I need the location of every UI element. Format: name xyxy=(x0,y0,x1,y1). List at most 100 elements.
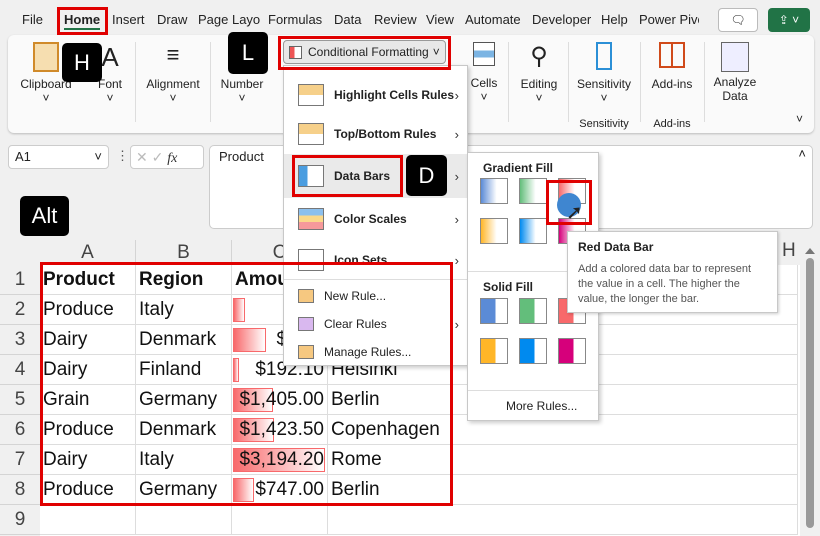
cancel-icon[interactable]: ✕ xyxy=(136,149,148,165)
menu-item-manage-rules[interactable]: Manage Rules... xyxy=(284,338,467,366)
tab-power-pivot[interactable]: Power Pivo xyxy=(639,10,699,30)
solid-data-bar-option[interactable] xyxy=(519,338,547,364)
tab-help[interactable]: Help xyxy=(601,10,628,30)
cell[interactable]: Dairy xyxy=(40,445,136,475)
tab-developer[interactable]: Developer xyxy=(532,10,591,30)
tab-home[interactable]: Home xyxy=(64,10,101,30)
cells-button[interactable]: Cells ˅ xyxy=(466,42,502,104)
add-ins-button[interactable]: Add-ins xyxy=(644,42,700,91)
sensitivity-button[interactable]: Sensitivity ˅ xyxy=(572,42,636,105)
row-header[interactable]: 5 xyxy=(0,385,40,415)
menu-item-clear-rules[interactable]: Clear Rules › xyxy=(284,310,467,338)
cell[interactable]: Denmark xyxy=(136,325,232,355)
menu-item-new-rule[interactable]: New Rule... xyxy=(284,282,467,310)
cell[interactable]: Germany xyxy=(136,385,232,415)
tab-insert[interactable]: Insert xyxy=(112,10,145,30)
solid-data-bar-option[interactable] xyxy=(558,338,586,364)
alignment-button[interactable]: ≡ Alignment ˅ xyxy=(142,42,204,105)
cell[interactable] xyxy=(232,505,328,535)
menu-item-color-scales[interactable]: Color Scales › xyxy=(284,198,467,240)
more-icon: ⋮ xyxy=(116,148,129,163)
comment-icon: 🗨 xyxy=(730,13,746,27)
row-header[interactable]: 7 xyxy=(0,445,40,475)
menu-item-icon-sets[interactable]: Icon Sets › xyxy=(284,240,467,280)
cell[interactable]: Product xyxy=(40,265,136,295)
gradient-data-bar-option[interactable] xyxy=(480,178,508,204)
cell[interactable]: Produce xyxy=(40,475,136,505)
keytip-alt: Alt xyxy=(20,196,69,236)
insert-function-icon[interactable]: fx xyxy=(167,151,177,166)
data-bar xyxy=(233,298,245,322)
column-header-a[interactable]: A xyxy=(40,240,136,265)
row-header[interactable]: 1 xyxy=(0,265,40,295)
menu-item-top-bottom-rules[interactable]: Top/Bottom Rules › xyxy=(284,114,467,154)
row-header[interactable]: 2 xyxy=(0,295,40,325)
editing-button[interactable]: ⚲ Editing ˅ xyxy=(514,42,564,105)
cell[interactable]: $3,194.20 xyxy=(232,445,328,475)
name-box[interactable]: A1 ˅ xyxy=(8,145,109,169)
row-header[interactable]: 4 xyxy=(0,355,40,385)
more-rules-link[interactable]: More Rules... xyxy=(506,399,577,413)
data-bar xyxy=(233,478,254,502)
comments-button[interactable]: 🗨 xyxy=(718,8,758,32)
cell[interactable]: Produce xyxy=(40,295,136,325)
keytip-d: D xyxy=(406,155,447,196)
conditional-formatting-menu: Highlight Cells Rules › Top/Bottom Rules ›… xyxy=(283,65,468,366)
tab-view[interactable]: View xyxy=(426,10,454,30)
vertical-scrollbar[interactable] xyxy=(800,240,820,536)
enter-icon[interactable]: ✓ xyxy=(152,149,164,165)
cell[interactable]: Grain xyxy=(40,385,136,415)
gradient-fill-heading: Gradient Fill xyxy=(483,161,554,175)
cell[interactable] xyxy=(40,505,136,535)
cell[interactable]: Denmark xyxy=(136,415,232,445)
new-rule-icon xyxy=(298,289,314,303)
cell[interactable]: Region xyxy=(136,265,232,295)
solid-data-bar-option[interactable] xyxy=(480,338,508,364)
tab-review[interactable]: Review xyxy=(374,10,417,30)
top-bottom-icon xyxy=(298,123,324,145)
share-button[interactable]: ⇪ ˅ xyxy=(768,8,810,32)
row-header[interactable]: 6 xyxy=(0,415,40,445)
tab-file[interactable]: File xyxy=(22,10,43,30)
tab-draw[interactable]: Draw xyxy=(157,10,187,30)
conditional-formatting-button[interactable]: Conditional Formatting ˅ xyxy=(283,40,446,64)
tab-automate[interactable]: Automate xyxy=(465,10,521,30)
highlight-cells-icon xyxy=(298,84,324,106)
column-header-b[interactable]: B xyxy=(136,240,232,265)
column-header-h[interactable]: H xyxy=(782,240,796,262)
cell[interactable]: Italy xyxy=(136,445,232,475)
cell[interactable]: $1,405.00 xyxy=(232,385,328,415)
cell[interactable]: $747.00 xyxy=(232,475,328,505)
cell[interactable]: Berlin xyxy=(328,475,798,505)
tab-page-layout[interactable]: Page Layo xyxy=(198,10,260,30)
cell[interactable]: Italy xyxy=(136,295,232,325)
collapse-ribbon-icon[interactable]: ˅ xyxy=(796,112,803,126)
menu-item-highlight-cells-rules[interactable]: Highlight Cells Rules › xyxy=(284,76,467,114)
gradient-data-bar-option[interactable] xyxy=(519,218,547,244)
cell[interactable]: $1,423.50 xyxy=(232,415,328,445)
cell[interactable]: Rome xyxy=(328,445,798,475)
collapse-formula-bar-icon[interactable]: ˄ xyxy=(798,146,806,161)
cell[interactable]: Produce xyxy=(40,415,136,445)
select-all-corner[interactable] xyxy=(0,240,40,265)
align-center-icon: ≡ xyxy=(166,42,180,67)
data-bars-icon xyxy=(298,165,324,187)
row-header[interactable]: 9 xyxy=(0,505,40,535)
tab-formulas[interactable]: Formulas xyxy=(268,10,322,30)
cell[interactable]: Finland xyxy=(136,355,232,385)
analyze-data-button[interactable]: Analyze Data xyxy=(708,42,762,103)
cell[interactable]: Dairy xyxy=(40,325,136,355)
gradient-data-bar-option[interactable] xyxy=(519,178,547,204)
cell[interactable] xyxy=(136,505,232,535)
data-bar xyxy=(233,328,266,352)
row-header[interactable]: 8 xyxy=(0,475,40,505)
solid-data-bar-option[interactable] xyxy=(480,298,508,324)
tab-data[interactable]: Data xyxy=(334,10,361,30)
tooltip: Red Data Bar Add a colored data bar to r… xyxy=(567,231,778,313)
cell[interactable]: Germany xyxy=(136,475,232,505)
gradient-data-bar-option[interactable] xyxy=(480,218,508,244)
cell[interactable]: Dairy xyxy=(40,355,136,385)
cell[interactable] xyxy=(328,505,798,535)
solid-data-bar-option[interactable] xyxy=(519,298,547,324)
row-header[interactable]: 3 xyxy=(0,325,40,355)
